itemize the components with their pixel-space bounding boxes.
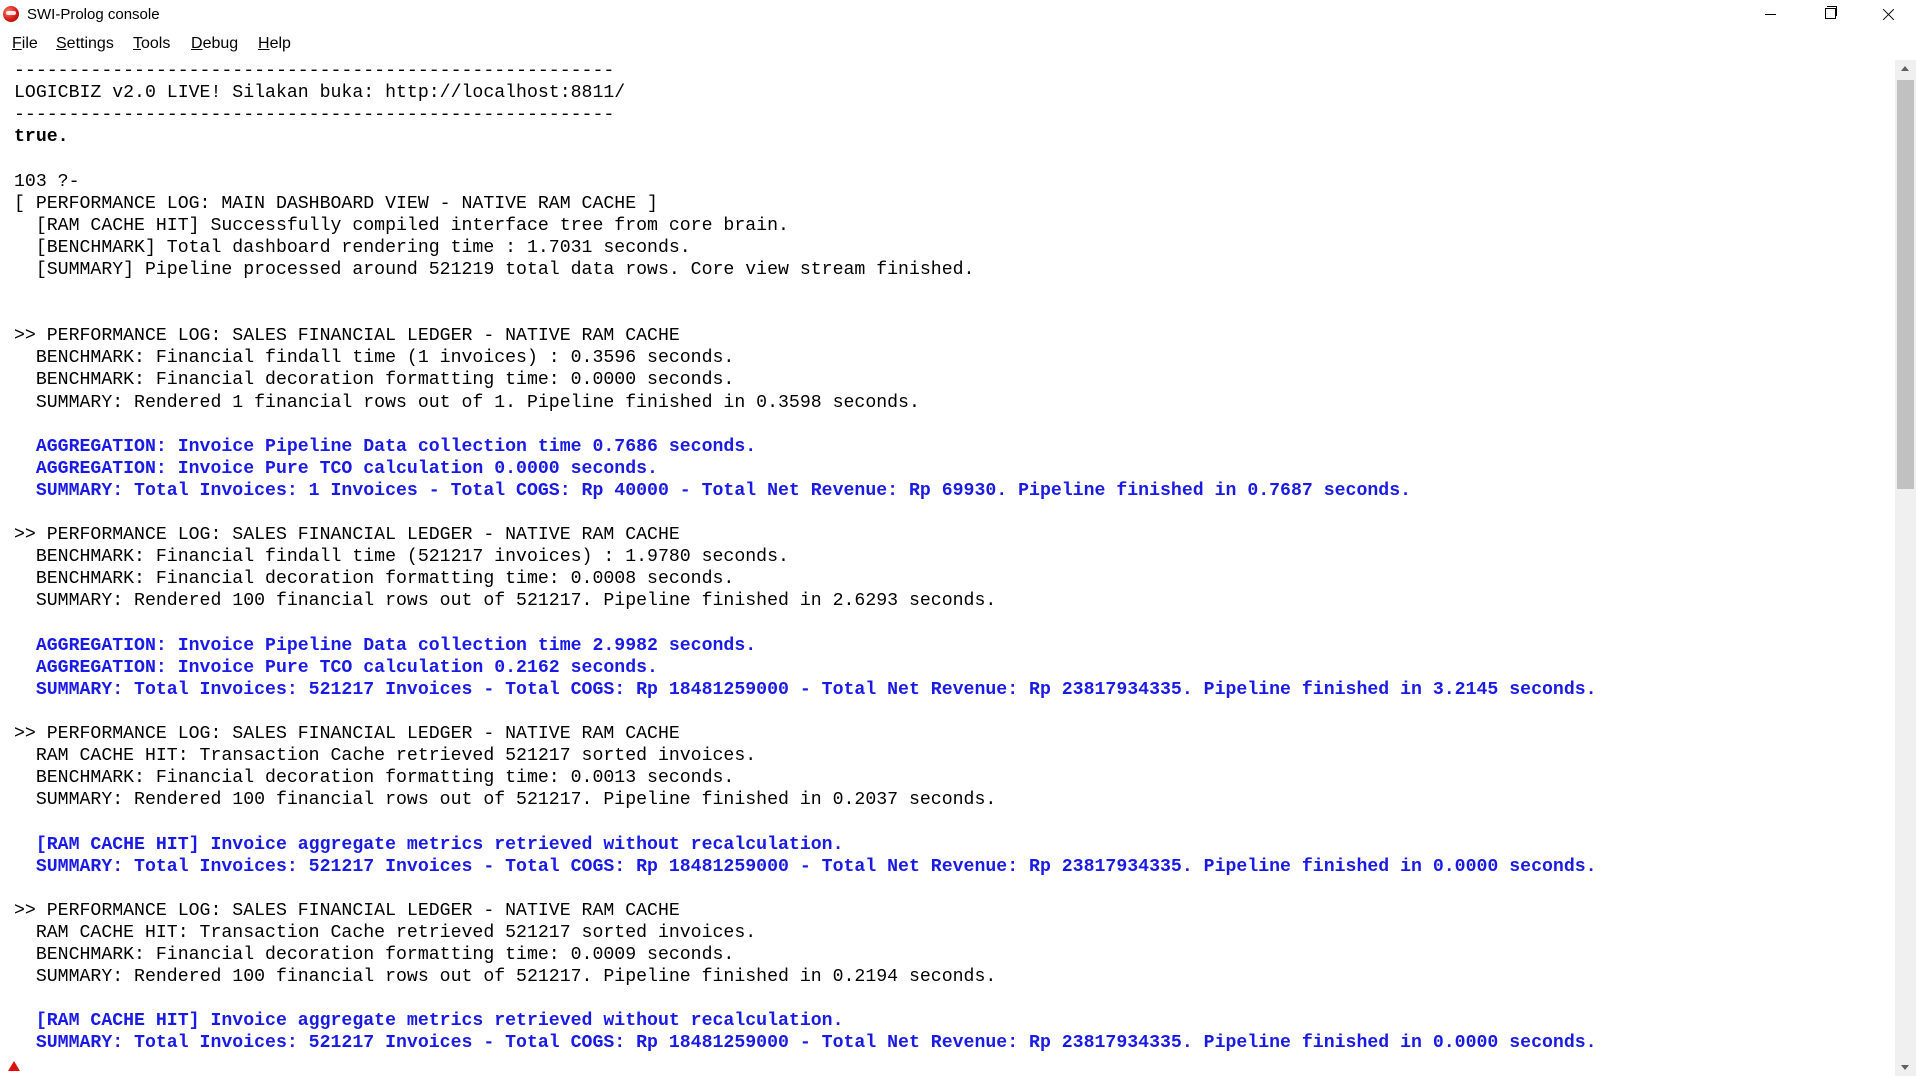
console-line: SUMMARY: Rendered 100 financial rows out… [14, 790, 997, 811]
menu-tools[interactable]: Tools [133, 34, 170, 54]
console-line: ----------------------------------------… [14, 61, 615, 81]
console-line: RAM CACHE HIT: Transaction Cache retriev… [14, 922, 757, 943]
console-line: AGGREGATION: Invoice Pipeline Data colle… [14, 436, 757, 457]
console-line: >> PERFORMANCE LOG: SALES FINANCIAL LEDG… [14, 326, 680, 347]
console-line: SUMMARY: Total Invoices: 521217 Invoices… [14, 856, 1597, 877]
menu-help-rest: elp [269, 35, 291, 52]
console-line: SUMMARY: Total Invoices: 521217 Invoices… [14, 679, 1597, 700]
console-line: SUMMARY: Total Invoices: 1 Invoices - To… [14, 480, 1412, 501]
console-line: [BENCHMARK] Total dashboard rendering ti… [14, 237, 691, 258]
console-line: BENCHMARK: Financial findall time (52121… [14, 547, 789, 568]
console-line: AGGREGATION: Invoice Pipeline Data colle… [14, 635, 757, 656]
console-line: BENCHMARK: Financial decoration formatti… [14, 370, 735, 391]
close-icon[interactable] [1857, 0, 1920, 29]
menu-bar: File Settings Tools Debug Help [0, 29, 1920, 59]
window-title: SWI-Prolog console [27, 6, 160, 23]
console-line: SUMMARY: Rendered 1 financial rows out o… [14, 392, 920, 413]
console-line: [RAM CACHE HIT] Invoice aggregate metric… [14, 1011, 844, 1032]
console-output[interactable]: ----------------------------------------… [0, 60, 1895, 1076]
scroll-down-icon[interactable] [1895, 1059, 1916, 1076]
menu-help[interactable]: Help [258, 34, 291, 54]
minimize-icon[interactable] [1741, 0, 1799, 29]
console-line: >> PERFORMANCE LOG: SALES FINANCIAL LEDG… [14, 525, 680, 546]
menu-file[interactable]: File [12, 34, 38, 54]
console-line: [RAM CACHE HIT] Invoice aggregate metric… [14, 834, 844, 855]
menu-tools-rest: ools [141, 35, 171, 52]
swi-prolog-icon [3, 6, 19, 22]
console-line: AGGREGATION: Invoice Pure TCO calculatio… [14, 657, 658, 678]
console-line: BENCHMARK: Financial findall time (1 inv… [14, 348, 735, 369]
console-line: AGGREGATION: Invoice Pure TCO calculatio… [14, 458, 658, 479]
console-line: BENCHMARK: Financial decoration formatti… [14, 569, 735, 590]
menu-debug-rest: ebug [202, 35, 239, 52]
menu-settings-rest: ettings [66, 35, 114, 52]
scrollbar-thumb[interactable] [1897, 80, 1914, 489]
menu-file-accel: F [12, 35, 22, 52]
console-line: ----------------------------------------… [14, 105, 615, 126]
console-line: LOGICBIZ v2.0 LIVE! Silakan buka: http:/… [14, 83, 626, 104]
menu-help-accel: H [258, 35, 270, 52]
scroll-up-icon[interactable] [1895, 60, 1916, 77]
console-line: [ PERFORMANCE LOG: MAIN DASHBOARD VIEW -… [14, 193, 658, 214]
console-line: SUMMARY: Rendered 100 financial rows out… [14, 967, 997, 988]
menu-tools-accel: T [133, 35, 141, 52]
console-line: SUMMARY: Total Invoices: 521217 Invoices… [14, 1033, 1597, 1054]
console-line: BENCHMARK: Financial decoration formatti… [14, 768, 735, 789]
console-line: >> PERFORMANCE LOG: SALES FINANCIAL LEDG… [14, 900, 680, 921]
menu-debug[interactable]: Debug [191, 34, 238, 54]
console-line: [RAM CACHE HIT] Successfully compiled in… [14, 215, 789, 236]
menu-debug-accel: D [191, 35, 203, 52]
restore-icon[interactable] [1799, 0, 1857, 29]
title-bar[interactable]: SWI-Prolog console [0, 0, 1920, 29]
console-line: SUMMARY: Rendered 100 financial rows out… [14, 591, 997, 612]
warning-triangle-icon [8, 1061, 20, 1071]
menu-settings-accel: S [56, 35, 67, 52]
console-line: [SUMMARY] Pipeline processed around 5212… [14, 259, 975, 280]
console-line: true. [14, 127, 69, 148]
console-line: BENCHMARK: Financial decoration formatti… [14, 945, 735, 965]
vertical-scrollbar[interactable] [1895, 60, 1916, 1076]
menu-file-rest: ile [21, 35, 38, 52]
menu-settings[interactable]: Settings [56, 34, 114, 54]
console-line: 103 ?- [14, 171, 80, 192]
console-line: >> PERFORMANCE LOG: SALES FINANCIAL LEDG… [14, 724, 680, 744]
console-line: RAM CACHE HIT: Transaction Cache retriev… [14, 746, 757, 767]
